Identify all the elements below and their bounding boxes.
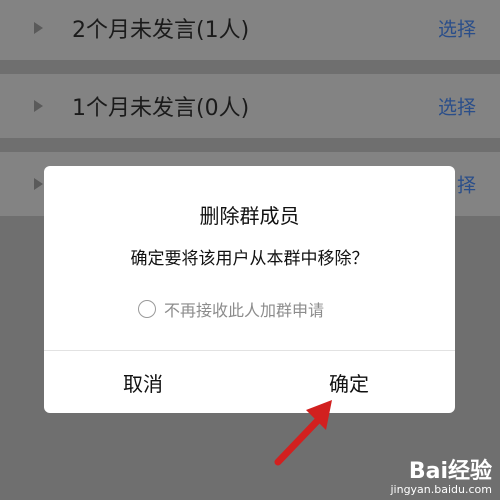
list-item-label: 2个月未发言(1人) bbox=[72, 18, 250, 43]
expand-triangle-icon[interactable] bbox=[34, 100, 43, 112]
dialog-title: 删除群成员 bbox=[199, 204, 300, 228]
select-link[interactable]: 选择 bbox=[438, 15, 476, 42]
list-item-label: 1个月未发言(0人) bbox=[72, 96, 250, 121]
watermark-url: jingyan.baidu.com bbox=[390, 483, 492, 496]
block-requests-checkbox[interactable]: 不再接收此人加群申请 bbox=[138, 297, 324, 321]
dialog-message: 确定要将该用户从本群中移除？ bbox=[130, 249, 369, 269]
checkbox-label: 不再接收此人加群申请 bbox=[164, 301, 325, 320]
cancel-button[interactable]: 取消 bbox=[44, 351, 249, 413]
list-item[interactable]: 1个月未发言(0人) 选择 bbox=[0, 74, 500, 138]
select-link[interactable]: 择 bbox=[457, 171, 476, 198]
red-arrow-icon bbox=[274, 400, 332, 466]
expand-triangle-icon[interactable] bbox=[34, 178, 43, 190]
remove-member-dialog: 删除群成员 确定要将该用户从本群中移除？ 不再接收此人加群申请 取消 确定 bbox=[44, 166, 455, 413]
expand-triangle-icon[interactable] bbox=[34, 22, 43, 34]
list-item[interactable]: 2个月未发言(1人) 选择 bbox=[0, 0, 500, 60]
radio-circle-icon[interactable] bbox=[138, 300, 156, 318]
select-link[interactable]: 选择 bbox=[438, 93, 476, 120]
baidu-jingyan-watermark: Bai经验 jingyan.baidu.com bbox=[390, 453, 492, 496]
watermark-logo: Bai经验 bbox=[408, 459, 492, 484]
